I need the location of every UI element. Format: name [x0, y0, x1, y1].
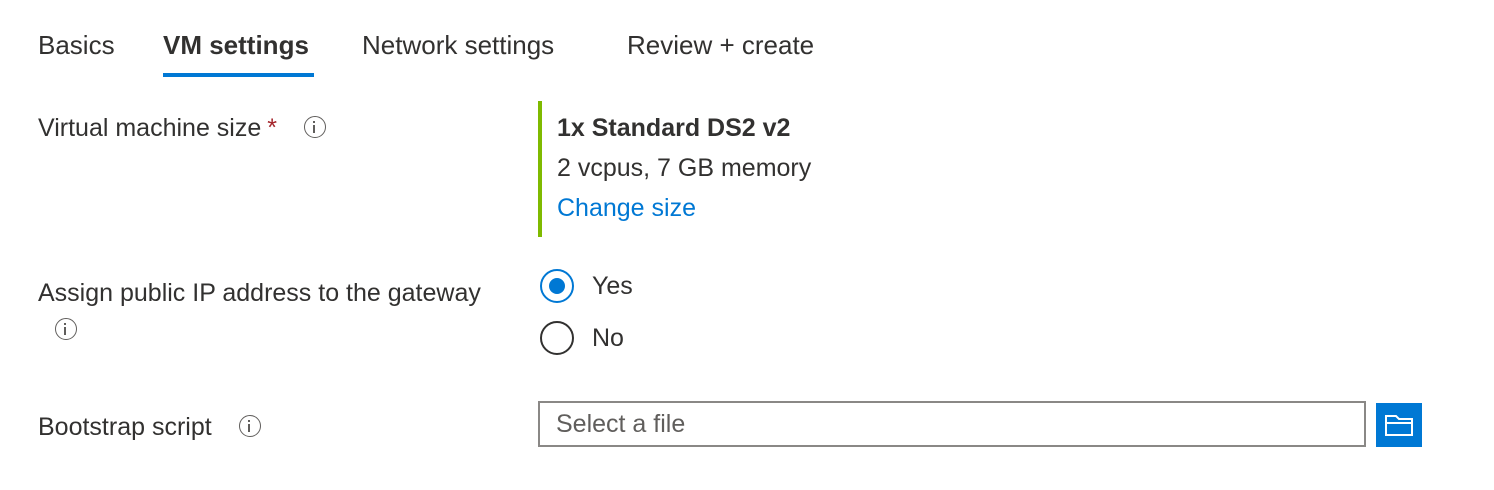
info-icon[interactable] [238, 415, 261, 438]
folder-icon [1385, 415, 1413, 436]
bootstrap-file-input[interactable] [538, 401, 1366, 447]
vm-size-summary: 1x Standard DS2 v2 2 vcpus, 7 GB memory … [538, 101, 938, 237]
radio-yes[interactable]: Yes [540, 269, 633, 303]
radio-yes-label: Yes [592, 272, 633, 300]
vm-size-description: 2 vcpus, 7 GB memory [557, 154, 812, 182]
tab-basics[interactable]: Basics [38, 28, 115, 62]
bootstrap-label: Bootstrap script [38, 413, 212, 441]
tab-vm-settings[interactable]: VM settings [163, 28, 309, 62]
vm-size-label: Virtual machine size [38, 114, 262, 142]
radio-yes-button[interactable] [540, 269, 574, 303]
info-icon[interactable] [303, 116, 326, 139]
bootstrap-label-row: Bootstrap script [38, 410, 261, 444]
radio-no-label: No [592, 324, 624, 352]
change-size-link[interactable]: Change size [557, 191, 938, 225]
public-ip-label: Assign public IP address to the gateway [38, 279, 481, 307]
radio-no[interactable]: No [540, 321, 624, 355]
tab-review-create[interactable]: Review + create [627, 28, 814, 62]
browse-file-button[interactable] [1376, 403, 1422, 447]
tab-network-settings[interactable]: Network settings [362, 28, 554, 62]
info-icon[interactable] [55, 318, 77, 340]
vm-size-name: 1x Standard DS2 v2 [557, 114, 791, 142]
vm-size-label-row: Virtual machine size * [38, 111, 326, 145]
active-tab-indicator [163, 73, 314, 77]
required-marker: * [267, 114, 277, 142]
radio-no-button[interactable] [540, 321, 574, 355]
